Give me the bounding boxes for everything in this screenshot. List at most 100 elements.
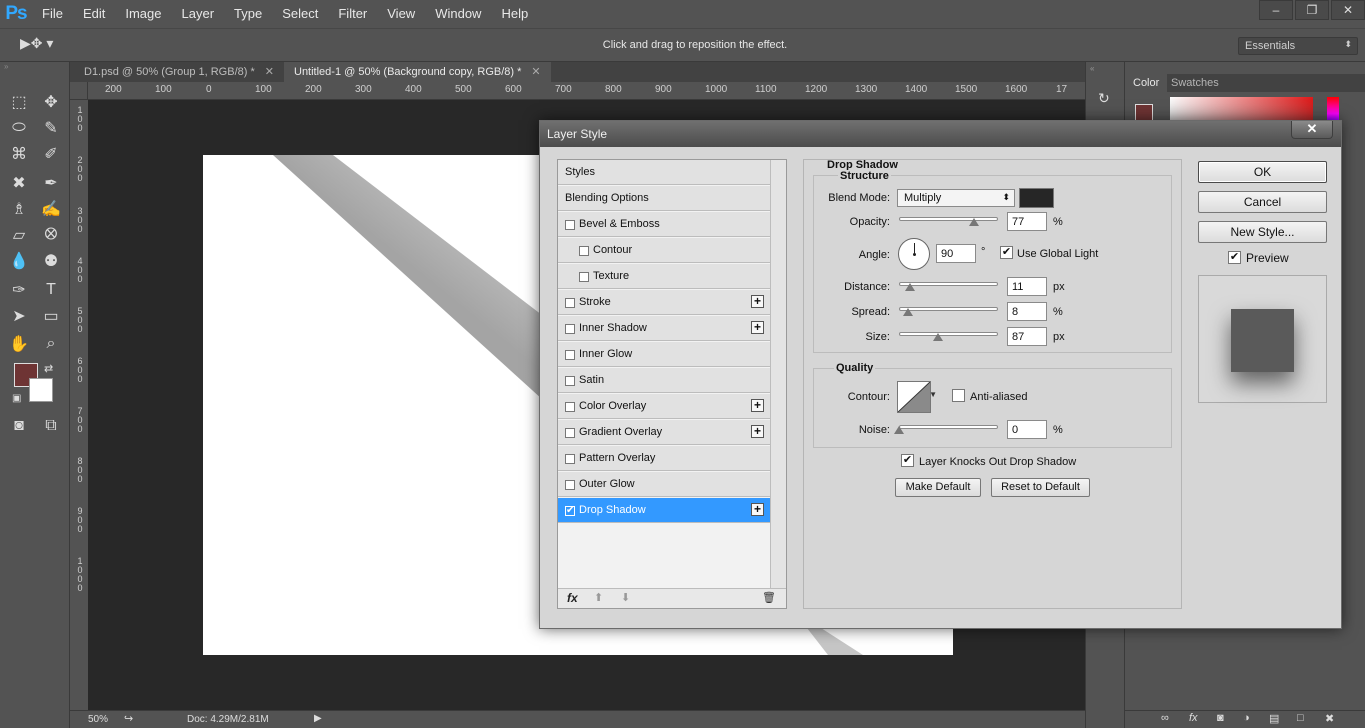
restore-button[interactable]: ❐ — [1295, 0, 1329, 20]
cancel-button[interactable]: Cancel — [1198, 191, 1327, 213]
noise-slider[interactable] — [899, 425, 998, 429]
crop-tool-icon[interactable]: ⌘ — [6, 142, 32, 166]
opacity-slider-thumb[interactable] — [969, 218, 979, 226]
screen-mode-icon[interactable]: ⧉ — [38, 414, 64, 438]
rectangle-tool-icon[interactable]: ▭ — [38, 304, 64, 328]
eyedropper-tool-icon[interactable]: ✐ — [38, 142, 64, 166]
reset-to-default-button[interactable]: Reset to Default — [991, 478, 1090, 497]
style-checkbox[interactable] — [565, 220, 575, 230]
trash-icon[interactable]: ✖ — [1325, 712, 1334, 725]
noise-slider-thumb[interactable] — [894, 426, 904, 434]
style-item-texture[interactable]: Texture — [558, 264, 770, 289]
healing-brush-tool-icon[interactable]: ✖ — [6, 171, 32, 195]
style-checkbox[interactable] — [565, 480, 575, 490]
menu-file[interactable]: File — [32, 0, 73, 28]
size-slider-thumb[interactable] — [933, 333, 943, 341]
style-item-blending-options[interactable]: Blending Options — [558, 186, 770, 211]
eraser-tool-icon[interactable]: ▱ — [6, 223, 32, 247]
blur-tool-icon[interactable]: 💧 — [6, 249, 32, 273]
workspace-select[interactable]: Essentials ⬍ — [1238, 37, 1358, 55]
share-icon[interactable]: ↪ — [124, 712, 133, 725]
marquee-tool-icon[interactable]: ⬚ — [6, 90, 32, 114]
distance-slider-thumb[interactable] — [905, 283, 915, 291]
style-checkbox[interactable] — [565, 324, 575, 334]
menu-edit[interactable]: Edit — [73, 0, 115, 28]
style-item-bevel-emboss[interactable]: Bevel & Emboss — [558, 212, 770, 237]
tab-color[interactable]: Color — [1125, 74, 1168, 92]
contour-picker[interactable]: ▼ — [897, 381, 937, 413]
layer-knocks-out-checkbox[interactable]: ✔ — [901, 454, 914, 467]
fx-icon[interactable]: fx — [567, 591, 578, 605]
styles-scrollbar[interactable] — [770, 160, 786, 588]
add-effect-plus-icon[interactable]: + — [751, 503, 764, 516]
angle-dial[interactable] — [898, 238, 930, 270]
add-effect-plus-icon[interactable]: + — [751, 425, 764, 438]
clone-stamp-tool-icon[interactable]: ♗ — [6, 197, 32, 221]
style-item-styles[interactable]: Styles — [558, 160, 770, 185]
style-item-inner-shadow[interactable]: Inner Shadow + — [558, 316, 770, 341]
style-checkbox[interactable] — [565, 454, 575, 464]
tab-d1-psd[interactable]: D1.psd @ 50% (Group 1, RGB/8) * ✕ — [74, 62, 284, 82]
new-style-button[interactable]: New Style... — [1198, 221, 1327, 243]
link-icon[interactable]: ∞ — [1161, 712, 1169, 724]
close-tab-icon[interactable]: ✕ — [531, 66, 540, 78]
size-slider[interactable] — [899, 332, 998, 336]
hand-tool-icon[interactable]: ✋ — [6, 332, 32, 356]
style-checkbox[interactable] — [579, 246, 589, 256]
delete-effect-icon[interactable]: 🗑 — [762, 591, 776, 604]
blend-mode-select[interactable]: Multiply ⬍ — [897, 189, 1015, 207]
style-item-contour[interactable]: Contour — [558, 238, 770, 263]
style-item-outer-glow[interactable]: Outer Glow — [558, 472, 770, 497]
menu-help[interactable]: Help — [491, 0, 538, 28]
menu-type[interactable]: Type — [224, 0, 272, 28]
size-input[interactable]: 87 — [1007, 327, 1047, 346]
move-up-icon[interactable]: ⬆ — [594, 591, 603, 604]
style-item-gradient-overlay[interactable]: Gradient Overlay + — [558, 420, 770, 445]
style-item-inner-glow[interactable]: Inner Glow — [558, 342, 770, 367]
opacity-input[interactable]: 77 — [1007, 212, 1047, 231]
folder-icon[interactable]: ▤ — [1269, 712, 1279, 725]
menu-image[interactable]: Image — [115, 0, 171, 28]
background-color-swatch[interactable] — [29, 378, 53, 402]
zoom-tool-icon[interactable]: ⌕ — [38, 332, 64, 356]
menu-filter[interactable]: Filter — [328, 0, 377, 28]
mask-icon[interactable]: ◙ — [1217, 712, 1224, 724]
shadow-color-swatch[interactable] — [1019, 188, 1054, 208]
path-selection-tool-icon[interactable]: ➤ — [6, 304, 32, 328]
quick-mask-icon[interactable]: ◙ — [6, 414, 32, 438]
dialog-titlebar[interactable]: Layer Style ✕ — [540, 121, 1341, 147]
style-item-stroke[interactable]: Stroke + — [558, 290, 770, 315]
menu-window[interactable]: Window — [425, 0, 491, 28]
add-effect-plus-icon[interactable]: + — [751, 399, 764, 412]
style-checkbox[interactable] — [565, 376, 575, 386]
dodge-tool-icon[interactable]: ⚉ — [38, 249, 64, 273]
brush-tool-icon[interactable]: ✒ — [38, 171, 64, 195]
style-item-color-overlay[interactable]: Color Overlay + — [558, 394, 770, 419]
style-checkbox[interactable] — [565, 350, 575, 360]
minimize-button[interactable]: – — [1259, 0, 1293, 20]
pen-tool-icon[interactable]: ✑ — [6, 278, 32, 302]
style-item-pattern-overlay[interactable]: Pattern Overlay — [558, 446, 770, 471]
spread-slider-thumb[interactable] — [903, 308, 913, 316]
move-down-icon[interactable]: ⬇ — [621, 591, 630, 604]
adjustment-icon[interactable]: ◑ — [1243, 712, 1250, 724]
quick-select-tool-icon[interactable]: ✎ — [38, 116, 64, 140]
close-window-button[interactable]: ✕ — [1331, 0, 1365, 20]
tab-swatches[interactable]: Swatches — [1163, 74, 1227, 92]
style-checkbox[interactable] — [565, 428, 575, 438]
vertical-ruler[interactable]: 1 0 0 2 0 0 3 0 0 4 0 0 5 0 0 6 0 0 7 0 … — [70, 100, 88, 710]
noise-input[interactable]: 0 — [1007, 420, 1047, 439]
style-item-drop-shadow[interactable]: ✔ Drop Shadow + — [558, 498, 770, 523]
lasso-tool-icon[interactable]: ⬭ — [6, 116, 32, 140]
menu-select[interactable]: Select — [272, 0, 328, 28]
angle-input[interactable]: 90 — [936, 244, 976, 263]
close-tab-icon[interactable]: ✕ — [265, 66, 274, 78]
spread-input[interactable]: 8 — [1007, 302, 1047, 321]
style-checkbox[interactable] — [565, 402, 575, 412]
horizontal-ruler[interactable]: 200 100 0 100 200 300 400 500 600 700 80… — [88, 82, 1085, 100]
status-menu-arrow-icon[interactable]: ▶ — [314, 713, 322, 724]
style-checkbox[interactable] — [565, 298, 575, 308]
spread-slider[interactable] — [899, 307, 998, 311]
panel-collapse-icon[interactable]: » — [0, 62, 69, 72]
ruler-origin[interactable] — [70, 82, 88, 100]
